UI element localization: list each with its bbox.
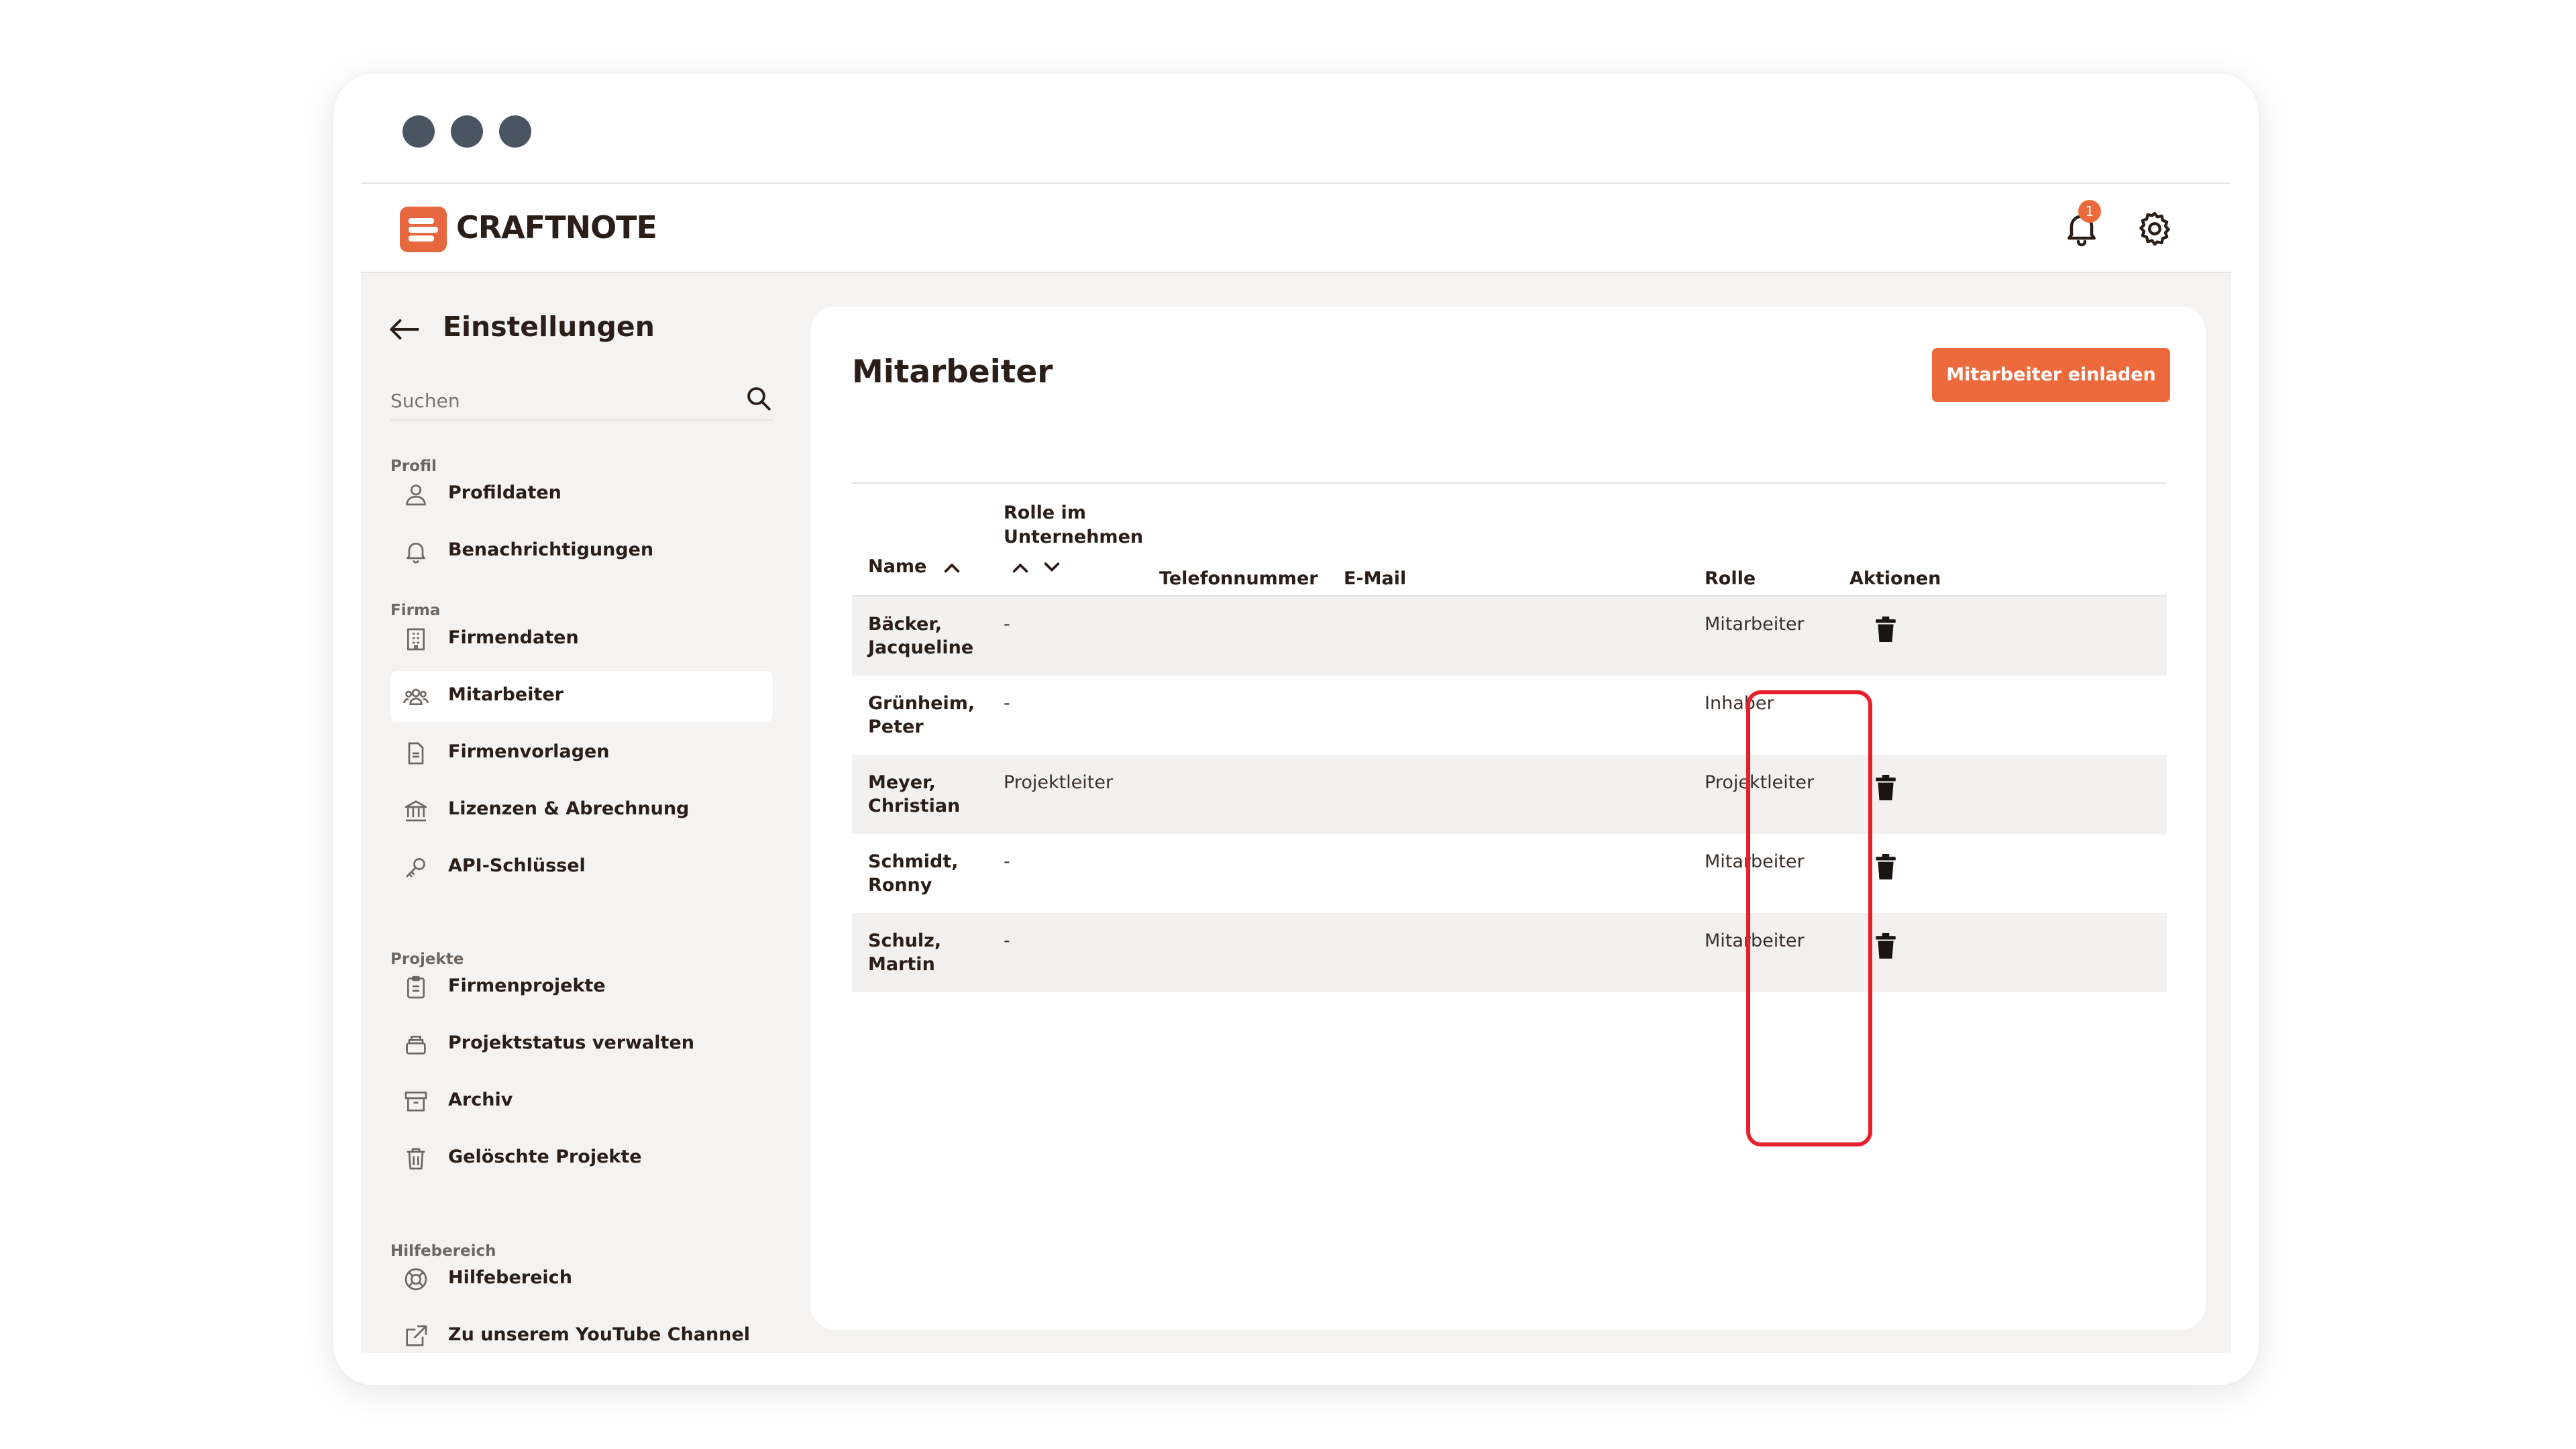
sidebar-item-label: Benachrichtigungen (448, 539, 654, 560)
sidebar-item-projektstatus[interactable]: Projektstatus verwalten (390, 1019, 773, 1070)
employee-name: Schulz, Martin (868, 930, 942, 975)
sidebar-item-api-schluessel[interactable]: API-Schlüssel (390, 842, 773, 893)
employee-name: Meyer, Christian (868, 772, 961, 816)
logo-icon (400, 207, 447, 252)
page-title: Mitarbeiter (852, 354, 1053, 390)
column-header-telefonnummer[interactable]: Telefonnummer (1159, 567, 1318, 591)
sidebar-item-label: Firmenprojekte (448, 975, 606, 996)
sidebar-item-firmenvorlagen[interactable]: Firmenvorlagen (390, 728, 773, 779)
sidebar-item-label: Mitarbeiter (448, 684, 564, 705)
brand-name: CRAFTNOTE (456, 209, 657, 246)
notification-badge: 1 (2078, 200, 2101, 223)
employee-name: Grünheim, Peter (868, 693, 975, 737)
sidebar-item-label: Hilfebereich (448, 1267, 572, 1288)
sidebar-item-profildaten[interactable]: Profildaten (390, 469, 773, 520)
layers-icon (406, 1036, 426, 1055)
sidebar-item-label: Firmenvorlagen (448, 741, 610, 762)
window-controls (402, 115, 531, 148)
sidebar-item-label: Lizenzen & Abrechnung (448, 798, 690, 819)
table-row[interactable]: Meyer, Christian Projektleiter Projektle… (852, 755, 2167, 834)
sidebar-title: Einstellungen (443, 311, 655, 343)
table-divider (852, 482, 2167, 484)
column-header-name[interactable]: Name (868, 555, 926, 579)
column-header-email[interactable]: E-Mail (1344, 567, 1406, 591)
bank-icon (405, 800, 427, 822)
sidebar-item-label: Firmendaten (448, 627, 579, 648)
employee-name: Bäcker, Jacqueline (868, 614, 974, 658)
company-role: - (1004, 693, 1010, 714)
company-role: - (1004, 851, 1010, 872)
sidebar-item-hilfebereich[interactable]: Hilfebereich (390, 1254, 773, 1305)
window-dot-maximize[interactable] (499, 115, 531, 148)
trash-icon (407, 1148, 425, 1170)
users-icon (403, 688, 429, 705)
role: Mitarbeiter (1705, 930, 1805, 951)
sidebar-item-label: Zu unserem YouTube Channel (448, 1324, 751, 1345)
sidebar-item-lizenzen[interactable]: Lizenzen & Abrechnung (390, 785, 773, 836)
role: Inhaber (1705, 693, 1774, 714)
table-row[interactable]: Grünheim, Peter - Inhaber (852, 676, 2167, 755)
role: Projektleiter (1705, 772, 1815, 793)
sidebar-item-label: Projektstatus verwalten (448, 1032, 694, 1053)
search-input[interactable] (390, 386, 726, 415)
column-header-rolle-im-unternehmen[interactable]: Rolle im Unternehmen (1004, 501, 1158, 549)
top-bar: CRAFTNOTE 1 (361, 182, 2231, 273)
clipboard-icon (407, 975, 425, 999)
table-row[interactable]: Schmidt, Ronny - Mitarbeiter (852, 834, 2167, 913)
delete-icon[interactable] (1876, 933, 1896, 959)
bell-icon (407, 543, 425, 564)
sidebar-item-label: API-Schlüssel (448, 855, 586, 876)
delete-icon[interactable] (1876, 854, 1896, 879)
sidebar-item-benachrichtigungen[interactable]: Benachrichtigungen (390, 526, 773, 577)
sidebar-item-firmenprojekte[interactable]: Firmenprojekte (390, 962, 773, 1013)
archive-icon (405, 1091, 427, 1112)
sidebar-item-label: Profildaten (448, 482, 561, 503)
sidebar-search (390, 380, 773, 421)
column-header-aktionen: Aktionen (1849, 568, 1941, 589)
employee-name: Schmidt, Ronny (868, 851, 959, 896)
company-role: - (1004, 614, 1010, 635)
role: Mitarbeiter (1705, 851, 1805, 872)
table-row[interactable]: Schulz, Martin - Mitarbeiter (852, 913, 2167, 992)
invite-employee-button[interactable]: Mitarbeiter einladen (1932, 348, 2170, 402)
sidebar-item-youtube[interactable]: Zu unserem YouTube Channel (390, 1311, 773, 1353)
app-window: CRAFTNOTE 1 Einstellungen Profil Profild… (361, 182, 2231, 1353)
delete-icon[interactable] (1876, 616, 1896, 642)
window-dot-minimize[interactable] (451, 115, 483, 148)
sort-ascending-icon[interactable] (1010, 560, 1030, 575)
user-icon (406, 484, 426, 506)
key-icon (406, 858, 425, 877)
lifebuoy-icon (405, 1268, 427, 1291)
table-row[interactable]: Bäcker, Jacqueline - Mitarbeiter (852, 596, 2167, 676)
sort-ascending-icon[interactable] (942, 560, 962, 575)
company-role: Projektleiter (1004, 772, 1114, 793)
sidebar-item-geloeschte-projekte[interactable]: Gelöschte Projekte (390, 1133, 773, 1184)
settings-sidebar: Einstellungen Profil Profildaten Benachr… (361, 273, 790, 1353)
sidebar-item-archiv[interactable]: Archiv (390, 1076, 773, 1127)
sort-descending-icon[interactable] (1042, 560, 1062, 575)
company-role: - (1004, 930, 1010, 951)
back-arrow-icon[interactable] (389, 318, 420, 341)
sidebar-item-label: Archiv (448, 1089, 513, 1110)
sidebar-item-firmendaten[interactable]: Firmendaten (390, 614, 773, 665)
sidebar-item-label: Gelöschte Projekte (448, 1146, 642, 1167)
search-icon[interactable] (745, 384, 773, 413)
column-header-rolle[interactable]: Rolle (1705, 567, 1756, 591)
document-icon (408, 742, 424, 765)
delete-icon[interactable] (1876, 775, 1896, 800)
gear-icon[interactable] (2135, 209, 2174, 248)
sidebar-item-mitarbeiter[interactable]: Mitarbeiter (390, 671, 773, 722)
window-dot-close[interactable] (402, 115, 435, 148)
main-content-card: Mitarbeiter Mitarbeiter einladen Name Ro… (810, 307, 2206, 1330)
building-icon (407, 628, 425, 651)
role: Mitarbeiter (1705, 614, 1805, 635)
external-link-icon (406, 1325, 427, 1346)
